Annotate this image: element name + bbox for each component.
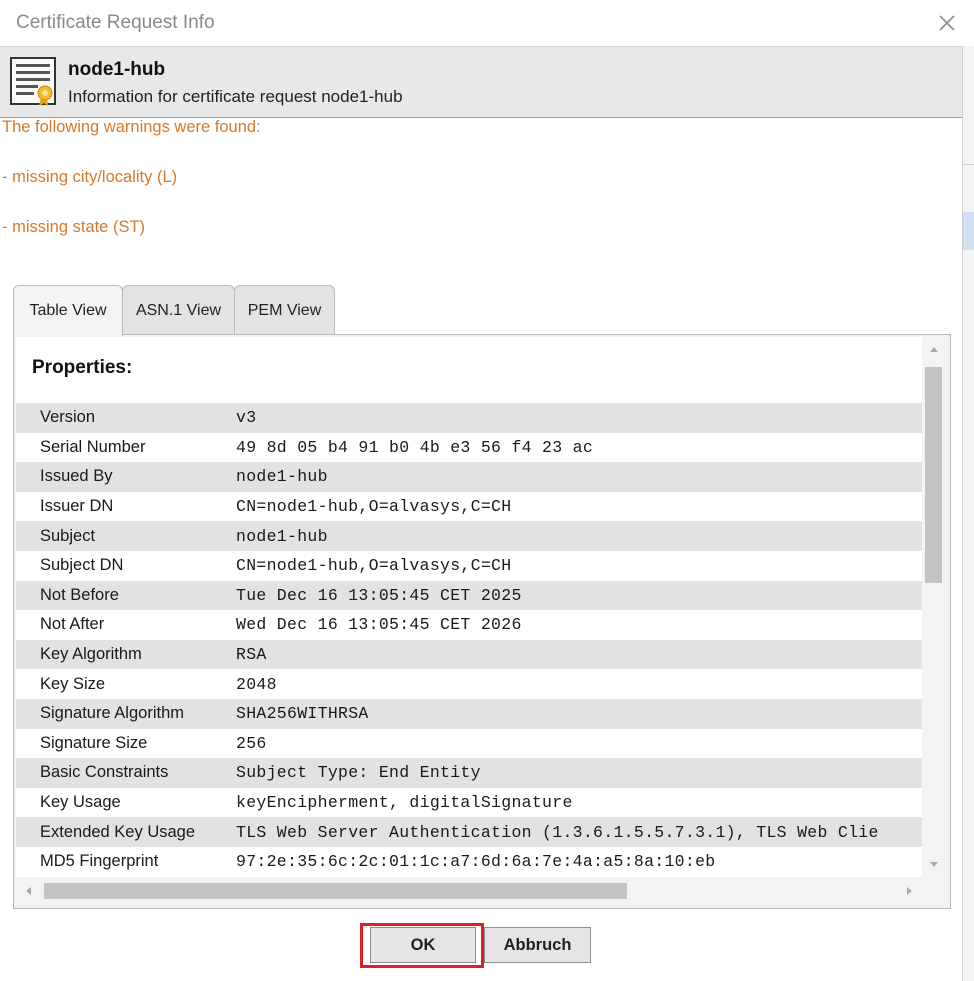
close-icon	[939, 15, 955, 31]
property-name: Serial Number	[40, 437, 146, 456]
scroll-left-button[interactable]	[18, 881, 38, 901]
ok-highlight-box	[360, 923, 484, 968]
table-row: Key Algorithm RSA	[16, 639, 922, 670]
certificate-icon	[10, 57, 56, 106]
table-row: Subject DN CN=node1-hub,O=alvasys,C=CH	[16, 550, 922, 581]
vertical-scroll-thumb[interactable]	[925, 367, 942, 583]
property-value: 97:2e:35:6c:2c:01:1c:a7:6d:6a:7e:4a:a5:8…	[236, 852, 716, 872]
title-bar: Certificate Request Info	[0, 0, 974, 46]
property-name: Extended Key Usage	[40, 822, 196, 841]
property-value: Wed Dec 16 13:05:45 CET 2026	[236, 615, 522, 635]
tab-pem-view[interactable]: PEM View	[234, 285, 335, 335]
property-value: node1-hub	[236, 526, 328, 546]
property-name: Version	[40, 408, 96, 427]
property-name: Not After	[40, 615, 105, 634]
property-name: Issuer DN	[40, 497, 114, 516]
property-name: MD5 Fingerprint	[40, 852, 159, 871]
table-row: MD5 Fingerprint 97:2e:35:6c:2c:01:1c:a7:6…	[16, 846, 922, 877]
tab-table-view[interactable]: Table View	[13, 285, 123, 336]
property-name: Key Algorithm	[40, 645, 142, 664]
chevron-right-icon	[907, 887, 912, 895]
property-value: v3	[236, 408, 257, 428]
table-row: Key Size 2048	[16, 669, 922, 699]
scroll-right-button[interactable]	[900, 881, 920, 901]
table-row: Signature Algorithm SHA256WITHRSA	[16, 698, 922, 729]
property-value: TLS Web Server Authentication (1.3.6.1.5…	[236, 822, 879, 842]
table-row: Subject node1-hub	[16, 521, 922, 551]
warning-item: - missing city/locality (L)	[2, 168, 178, 186]
property-name: Subject	[40, 526, 96, 545]
cancel-button[interactable]: Abbruch	[484, 927, 591, 963]
property-name: Issued By	[40, 467, 113, 486]
table-view-panel: Properties: Version v3 Serial Number 49 8d…	[13, 334, 951, 909]
chevron-up-icon	[930, 347, 938, 352]
property-value: node1-hub	[236, 467, 328, 487]
property-value: Tue Dec 16 13:05:45 CET 2025	[236, 585, 522, 605]
property-name: Key Usage	[40, 793, 121, 812]
scroll-down-button[interactable]	[924, 855, 944, 875]
properties-content: Properties: Version v3 Serial Number 49 8d…	[16, 337, 922, 877]
table-row: Not After Wed Dec 16 13:05:45 CET 2026	[16, 610, 922, 640]
horizontal-scrollbar[interactable]	[16, 879, 922, 903]
warnings-heading: The following warnings were found:	[2, 118, 261, 136]
property-name: Basic Constraints	[40, 763, 169, 782]
background-window-edge	[962, 46, 974, 981]
scroll-up-button[interactable]	[924, 339, 944, 359]
chevron-left-icon	[26, 887, 31, 895]
horizontal-scroll-thumb[interactable]	[44, 883, 627, 899]
vertical-scrollbar[interactable]	[924, 337, 944, 877]
warning-item: - missing state (ST)	[2, 218, 146, 236]
table-row: Basic Constraints Subject Type: End Entit…	[16, 758, 922, 788]
chevron-down-icon	[930, 862, 938, 867]
property-value: keyEncipherment, digitalSignature	[236, 793, 573, 813]
property-value: Subject Type: End Entity	[236, 763, 481, 783]
properties-heading: Properties:	[32, 357, 133, 378]
window-title: Certificate Request Info	[16, 12, 215, 33]
close-button[interactable]	[932, 8, 962, 38]
table-row: Extended Key Usage TLS Web Server Authent…	[16, 817, 922, 847]
property-name: Not Before	[40, 585, 119, 604]
table-row: Key Usage keyEncipherment, digitalSignatu…	[16, 787, 922, 818]
table-row: Not Before Tue Dec 16 13:05:45 CET 2025	[16, 580, 922, 611]
dialog-header: node1-hub Information for certificate re…	[0, 46, 962, 118]
property-value: CN=node1-hub,O=alvasys,C=CH	[236, 556, 512, 576]
table-row: Issued By node1-hub	[16, 462, 922, 492]
property-value: RSA	[236, 645, 267, 665]
table-row: Version v3	[16, 403, 922, 433]
header-subtitle: Information for certificate request node…	[68, 87, 403, 106]
header-title: node1-hub	[68, 59, 166, 80]
table-row: Issuer DN CN=node1-hub,O=alvasys,C=CH	[16, 491, 922, 522]
property-name: Subject DN	[40, 556, 124, 575]
property-name: Signature Size	[40, 733, 148, 752]
property-name: Signature Algorithm	[40, 704, 184, 723]
tab-asn1-view[interactable]: ASN.1 View	[122, 285, 235, 335]
property-value: CN=node1-hub,O=alvasys,C=CH	[236, 497, 512, 517]
property-value: 2048	[236, 674, 277, 694]
property-value: SHA256WITHRSA	[236, 704, 369, 724]
property-name: Key Size	[40, 674, 106, 693]
property-value: 256	[236, 733, 267, 753]
table-row: Serial Number 49 8d 05 b4 91 b0 4b e3 56 …	[16, 432, 922, 463]
property-value: 49 8d 05 b4 91 b0 4b e3 56 f4 23 ac	[236, 437, 594, 457]
table-row: Signature Size 256	[16, 728, 922, 759]
properties-table: Version v3 Serial Number 49 8d 05 b4 91 b0…	[16, 403, 922, 877]
